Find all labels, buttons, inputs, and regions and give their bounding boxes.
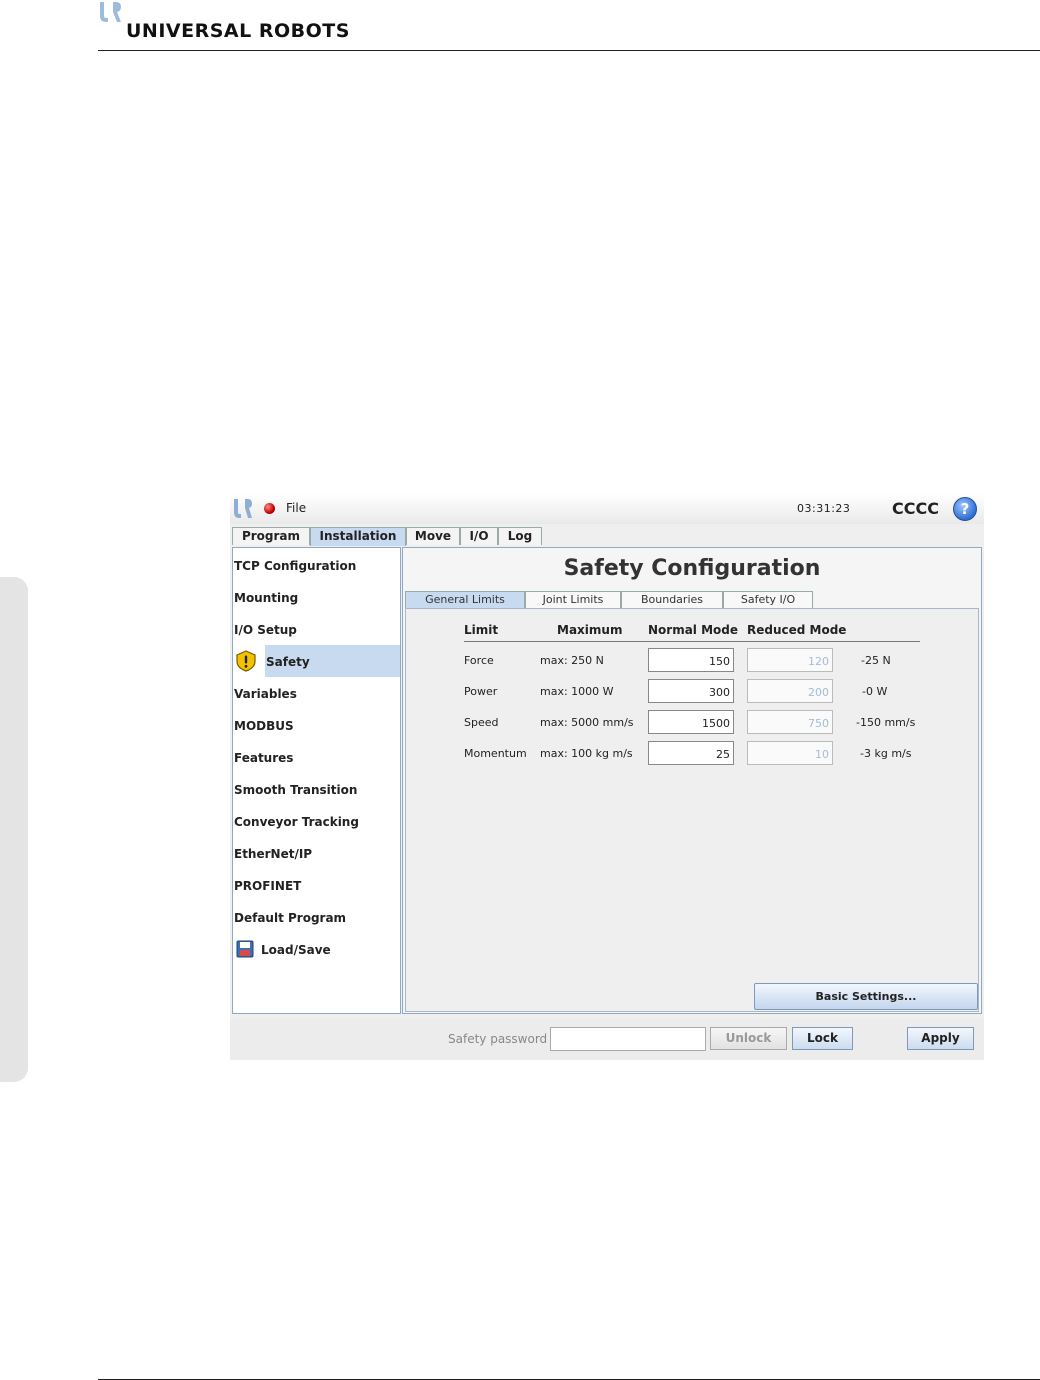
page-title: Safety Configuration [563,556,821,581]
nav-item-label: PROFINET [234,879,302,893]
power-normal-input[interactable]: 300 [648,679,734,703]
force-reduced-input: 120 [747,648,833,672]
column-header-normal-mode: Normal Mode [648,623,739,637]
warning-icon [236,650,256,672]
ur-app-icon[interactable] [233,498,253,520]
general-limits-content: Limit Maximum Normal Mode Reduced Mode F… [405,608,979,1012]
limit-maximum: max: 1000 W [540,685,614,698]
nav-item-label: Default Program [234,911,347,925]
nav-item-label: MODBUS [234,719,294,733]
momentum-normal-input[interactable]: 25 [648,741,734,765]
side-strip [0,577,28,1082]
robot-status-icon [264,503,275,514]
nav-item-conveyor-tracking[interactable]: Conveyor Tracking [233,805,400,837]
limit-name: Momentum [464,747,527,760]
nav-item-label: Smooth Transition [234,783,358,797]
robot-name: CCCC [892,499,939,518]
nav-item-io-setup[interactable]: I/O Setup [233,613,400,645]
limit-delta: -150 mm/s [856,716,916,729]
momentum-reduced-input: 10 [747,741,833,765]
ur-logo-icon [100,2,121,22]
nav-item-mounting[interactable]: Mounting [233,581,400,613]
nav-item-default-program[interactable]: Default Program [233,901,400,933]
limit-delta: -0 W [862,685,888,698]
nav-item-profinet[interactable]: PROFINET [233,869,400,901]
nav-item-label: I/O Setup [234,623,297,637]
page-header: UNIVERSAL ROBOTS [98,0,1040,51]
tab-general-limits[interactable]: General Limits [405,591,525,609]
nav-item-label: Variables [234,687,297,701]
safety-configuration-panel: Safety Configuration General Limits Join… [402,547,982,1014]
nav-item-label: TCP Configuration [234,559,357,573]
nav-item-tcp-configuration[interactable]: TCP Configuration [233,549,400,581]
safety-password-label: Safety password [448,1032,548,1046]
limit-name: Power [464,685,498,698]
nav-item-load-save[interactable]: Load/Save [233,933,400,965]
nav-item-modbus[interactable]: MODBUS [233,709,400,741]
header-divider [464,641,920,642]
tab-safety-io[interactable]: Safety I/O [723,591,813,608]
polyscope-window: File 03:31:23 CCCC ? Program Installatio… [230,494,984,1060]
nav-item-smooth-transition[interactable]: Smooth Transition [233,773,400,805]
apply-button[interactable]: Apply [907,1027,974,1050]
limit-maximum: max: 250 N [540,654,604,667]
limit-delta: -25 N [861,654,891,667]
nav-item-safety[interactable]: Safety [233,645,400,677]
file-menu[interactable]: File [286,501,306,515]
speed-normal-input[interactable]: 1500 [648,710,734,734]
tab-move[interactable]: Move [406,527,460,545]
tab-io[interactable]: I/O [460,527,498,545]
nav-item-label: EtherNet/IP [234,847,313,861]
nav-item-label: Mounting [234,591,299,605]
limit-name: Speed [464,716,499,729]
column-header-maximum: Maximum [557,623,623,637]
tab-joint-limits[interactable]: Joint Limits [525,591,621,608]
nav-item-ethernet-ip[interactable]: EtherNet/IP [233,837,400,869]
limit-maximum: max: 100 kg m/s [540,747,633,760]
tab-boundaries[interactable]: Boundaries [621,591,723,608]
brand-name: UNIVERSAL ROBOTS [126,20,350,42]
nav-item-variables[interactable]: Variables [233,677,400,709]
basic-settings-button[interactable]: Basic Settings... [754,983,978,1010]
limit-delta: -3 kg m/s [860,747,912,760]
force-normal-input[interactable]: 150 [648,648,734,672]
clock: 03:31:23 [797,502,851,515]
nav-item-label: Safety [266,655,310,669]
unlock-button[interactable]: Unlock [710,1027,787,1050]
tab-installation[interactable]: Installation [310,527,406,546]
floppy-disk-icon [236,940,254,958]
tab-program[interactable]: Program [232,527,310,545]
limit-maximum: max: 5000 mm/s [540,716,634,729]
column-header-reduced-mode: Reduced Mode [747,623,847,637]
nav-item-label: Load/Save [261,943,331,957]
top-bar: File 03:31:23 CCCC ? [230,494,984,524]
column-header-limit: Limit [464,623,499,637]
bottom-bar: Safety password Unlock Lock Apply [230,1019,984,1060]
limit-name: Force [464,654,494,667]
nav-item-label: Conveyor Tracking [234,815,359,829]
safety-password-input[interactable] [550,1027,706,1051]
nav-item-label: Features [234,751,294,765]
installation-nav: TCP Configuration Mounting I/O Setup Saf… [232,547,401,1014]
help-icon[interactable]: ? [953,497,977,521]
power-reduced-input: 200 [747,679,833,703]
nav-item-features[interactable]: Features [233,741,400,773]
tab-log[interactable]: Log [498,527,542,545]
speed-reduced-input: 750 [747,710,833,734]
lock-button[interactable]: Lock [792,1027,853,1050]
